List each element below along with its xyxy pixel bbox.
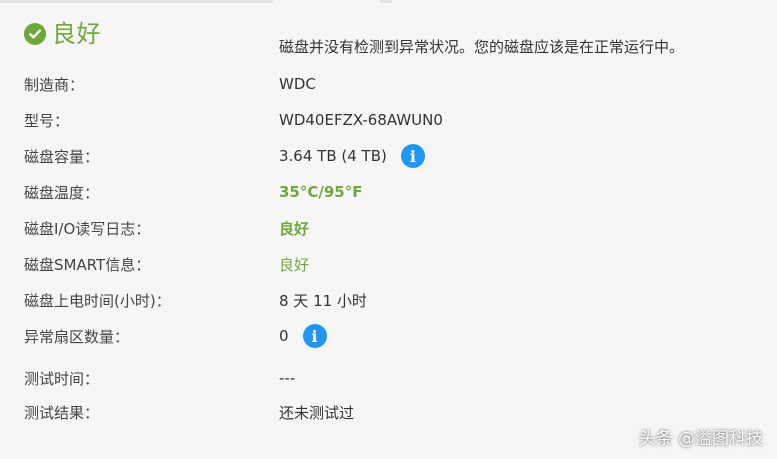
manufacturer-row: 制造商： WDC	[24, 73, 764, 95]
model-row: 型号： WD40EFZX-68AWUN0	[24, 109, 764, 131]
bad-sectors-label: 异常扇区数量：	[24, 327, 130, 346]
smart-value: 良好	[279, 255, 310, 274]
test-time-row: 测试时间： ---	[24, 367, 764, 389]
test-time-value: ---	[279, 369, 296, 387]
io-log-row: 磁盘I/O读写日志： 良好	[24, 217, 764, 239]
model-label: 型号：	[24, 111, 70, 130]
smart-row: 磁盘SMART信息： 良好	[24, 253, 764, 275]
temperature-row: 磁盘温度： 35°C/95°F	[24, 181, 764, 203]
watermark: 头条 @溢图科技	[638, 429, 763, 449]
power-on-row: 磁盘上电时间(小时)： 8 天 11 小时	[24, 289, 764, 311]
temperature-value: 35°C/95°F	[279, 183, 363, 201]
bad-sectors-value: 0	[279, 327, 289, 345]
status-summary: 磁盘并没有检测到异常状况。您的磁盘应该是在正常运行中。	[279, 38, 685, 56]
temperature-label: 磁盘温度：	[24, 183, 100, 202]
io-log-value: 良好	[279, 219, 310, 238]
capacity-value: 3.64 TB (4 TB)	[279, 147, 387, 165]
manufacturer-value: WDC	[279, 75, 316, 93]
status-title: 良好	[52, 20, 101, 48]
test-result-value: 还未测试过	[279, 403, 355, 422]
capacity-value-wrap: 3.64 TB (4 TB) i	[279, 144, 425, 168]
test-result-label: 测试结果：	[24, 403, 100, 422]
capacity-row: 磁盘容量： 3.64 TB (4 TB) i	[24, 144, 764, 168]
power-on-label: 磁盘上电时间(小时)：	[24, 291, 171, 310]
power-on-value: 8 天 11 小时	[279, 291, 367, 310]
info-icon[interactable]: i	[400, 144, 425, 168]
io-log-label: 磁盘I/O读写日志：	[24, 219, 151, 238]
check-circle-icon	[24, 23, 46, 45]
smart-label: 磁盘SMART信息：	[24, 255, 151, 274]
bad-sectors-value-wrap: 0 i	[279, 324, 327, 348]
capacity-label: 磁盘容量：	[24, 147, 100, 166]
status-header: 良好	[24, 22, 101, 46]
test-result-row: 测试结果： 还未测试过	[24, 401, 764, 423]
info-icon[interactable]: i	[302, 324, 327, 348]
bad-sectors-row: 异常扇区数量： 0 i	[24, 324, 764, 348]
disk-health-panel: 良好 磁盘并没有检测到异常状况。您的磁盘应该是在正常运行中。 制造商： WDC …	[0, 0, 777, 459]
manufacturer-label: 制造商：	[24, 75, 85, 94]
test-time-label: 测试时间：	[24, 369, 100, 388]
model-value: WD40EFZX-68AWUN0	[279, 111, 443, 129]
